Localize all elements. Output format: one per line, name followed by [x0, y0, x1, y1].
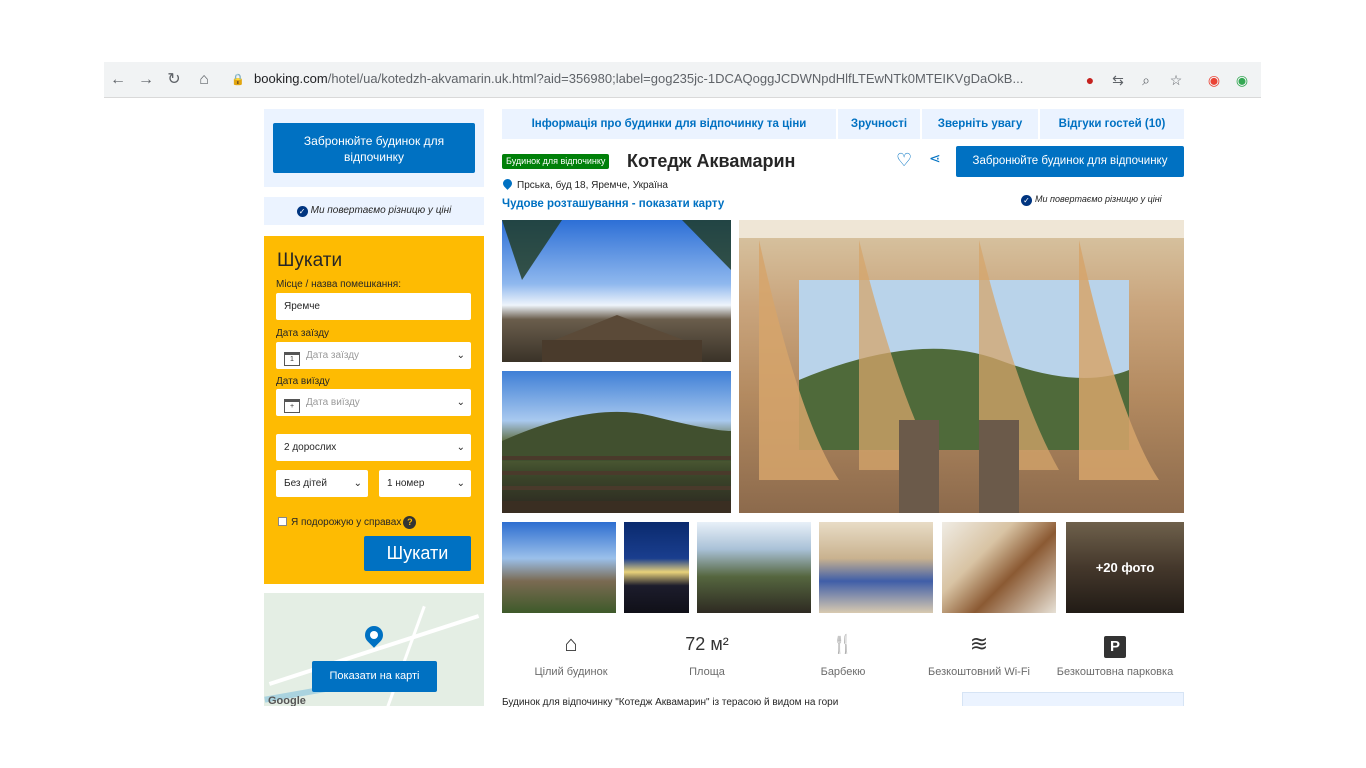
thumb-more[interactable]: +20 фото	[1066, 522, 1184, 613]
google-logo: Google	[268, 695, 306, 706]
facility-parking: P Безкоштовна парковка	[1050, 630, 1180, 678]
more-photos-label[interactable]: +20 фото	[1066, 522, 1184, 613]
left-price-match: ✓ Ми повертаємо різницю у ціні	[264, 197, 484, 225]
chevron-down-icon: ⌄	[456, 442, 465, 453]
back-icon[interactable]: ←	[108, 70, 128, 90]
photo-interior-main[interactable]	[739, 220, 1184, 513]
book-button[interactable]: Забронюйте будинок для відпочинку	[956, 146, 1184, 177]
facility-label: Цілий будинок	[534, 666, 608, 678]
property-type-badge: Будинок для відпочинку	[502, 154, 610, 169]
side-info-box	[962, 692, 1184, 706]
facility-wifi: ≋ Безкоштовний Wi-Fi	[914, 630, 1044, 678]
share-icon[interactable]: ⋖	[929, 150, 941, 167]
thumb-house[interactable]	[502, 522, 616, 613]
block-icon[interactable]: ●	[1080, 70, 1100, 90]
property-address: Прська, буд 18, Яремче, Україна	[501, 177, 668, 191]
house-icon: ⌂	[564, 631, 578, 656]
forward-icon[interactable]: →	[136, 70, 156, 90]
bbq-icon: 🍴	[831, 634, 855, 654]
work-trip-label: Я подорожую у справах	[291, 517, 402, 528]
adults-select[interactable]: 2 дорослих ⌄	[276, 434, 471, 461]
chevron-down-icon: ⌄	[456, 478, 465, 489]
search-title: Шукати	[277, 250, 343, 271]
wifi-icon: ≋	[969, 631, 989, 656]
checkbox-box[interactable]	[278, 517, 287, 526]
tab-info-prices[interactable]: Інформація про будинки для відпочинку та…	[502, 109, 838, 139]
browser-toolbar: ← → ↻ ⌂ 🔒 booking.com/hotel/ua/kotedzh-a…	[104, 62, 1261, 98]
area-icon: 72 м²	[685, 634, 729, 654]
photo-terrace-art	[502, 411, 731, 513]
heart-icon[interactable]: ♡	[896, 150, 912, 171]
chevron-down-icon: ⌄	[456, 397, 465, 408]
help-icon[interactable]: ?	[403, 516, 417, 529]
work-trip-checkbox[interactable]: Я подорожую у справах?	[278, 516, 417, 529]
checkin-placeholder: Дата заїзду	[306, 350, 360, 361]
price-match-text: Ми повертаємо різницю у ціні	[1035, 194, 1162, 204]
checkin-field[interactable]: 1 Дата заїзду ⌄	[276, 342, 471, 369]
property-name: Котедж Аквамарин	[627, 151, 796, 171]
photo-exterior[interactable]	[502, 220, 731, 362]
photo-terrace[interactable]	[502, 371, 731, 513]
children-select[interactable]: Без дітей ⌄	[276, 470, 368, 497]
grammarly-icon[interactable]: ◉	[1232, 70, 1252, 90]
thumb-balcony[interactable]	[697, 522, 811, 613]
show-map-link[interactable]: Чудове розташування - показати карту	[502, 198, 724, 210]
reload-icon[interactable]: ↻	[164, 70, 184, 90]
thumb-night[interactable]	[624, 522, 689, 613]
parking-glyph: P	[1104, 636, 1126, 658]
tab-facilities[interactable]: Зручності	[838, 109, 922, 139]
shield-check-icon: ✓	[1021, 195, 1032, 206]
facility-label: Безкоштовна парковка	[1056, 666, 1174, 678]
translate-icon[interactable]: ⇆	[1108, 70, 1128, 90]
location-pin-icon	[501, 177, 514, 190]
facility-area: 72 м² Площа	[642, 630, 772, 678]
photo-interior-art	[739, 220, 1184, 513]
star-icon[interactable]: ☆	[1166, 70, 1186, 90]
left-price-match-text: Ми повертаємо різницю у ціні	[310, 205, 452, 216]
rooms-select[interactable]: 1 номер ⌄	[379, 470, 471, 497]
adults-value: 2 дорослих	[284, 442, 337, 453]
checkout-label: Дата виїзду	[276, 376, 330, 387]
tab-reviews[interactable]: Відгуки гостей (10)	[1040, 109, 1184, 139]
shield-check-icon: ✓	[296, 206, 308, 217]
checkin-label: Дата заїзду	[276, 328, 330, 339]
thumb-stairs[interactable]	[942, 522, 1056, 613]
property-tabs: Інформація про будинки для відпочинку та…	[502, 109, 1184, 139]
children-value: Без дітей	[284, 478, 327, 489]
address-bar[interactable]: booking.com/hotel/ua/kotedzh-akvamarin.u…	[254, 71, 1023, 86]
facility-label: Безкоштовний Wi-Fi	[928, 666, 1030, 678]
search-button[interactable]: Шукати	[364, 536, 471, 571]
parking-icon: P	[1050, 630, 1180, 658]
calendar-icon: 1	[284, 352, 300, 366]
left-book-panel: Забронюйте будинок для відпочинку	[264, 109, 484, 187]
thumb-sofa[interactable]	[819, 522, 933, 613]
chevron-down-icon: ⌄	[353, 478, 362, 489]
url-path: /hotel/ua/kotedzh-akvamarin.uk.html?aid=…	[327, 71, 1024, 86]
facility-bbq: 🍴 Барбекю	[778, 630, 908, 678]
left-book-button[interactable]: Забронюйте будинок для відпочинку	[273, 123, 475, 173]
home-icon[interactable]: ⌂	[194, 70, 214, 90]
lock-icon[interactable]: 🔒	[228, 70, 248, 90]
calendar-icon: +	[284, 399, 300, 413]
price-match: ✓ Ми повертаємо різницю у ціні	[1021, 194, 1162, 206]
map-preview[interactable]: Показати на карті Google	[264, 593, 484, 706]
property-description: Будинок для відпочинку "Котедж Аквамарин…	[502, 697, 839, 708]
url-domain: booking.com	[254, 71, 328, 86]
address-text: Прська, буд 18, Яремче, Україна	[517, 180, 668, 191]
tab-house-rules[interactable]: Зверніть увагу	[922, 109, 1040, 139]
rooms-value: 1 номер	[387, 478, 425, 489]
facility-label: Барбекю	[820, 666, 866, 678]
extension-icon[interactable]: ◉	[1204, 70, 1224, 90]
photo-exterior-art	[502, 220, 731, 362]
zoom-icon[interactable]: ⌕	[1136, 70, 1156, 90]
destination-input[interactable]: Яремче	[276, 293, 471, 320]
chevron-down-icon: ⌄	[456, 350, 465, 361]
show-on-map-button[interactable]: Показати на карті	[312, 661, 437, 692]
facility-whole-house: ⌂ Цілий будинок	[506, 630, 636, 678]
checkout-placeholder: Дата виїзду	[306, 397, 360, 408]
checkout-field[interactable]: + Дата виїзду ⌄	[276, 389, 471, 416]
search-box: Шукати Місце / назва помешкання: Яремче …	[264, 236, 484, 584]
facility-label: Площа	[689, 666, 725, 678]
destination-label: Місце / назва помешкання:	[276, 279, 401, 290]
